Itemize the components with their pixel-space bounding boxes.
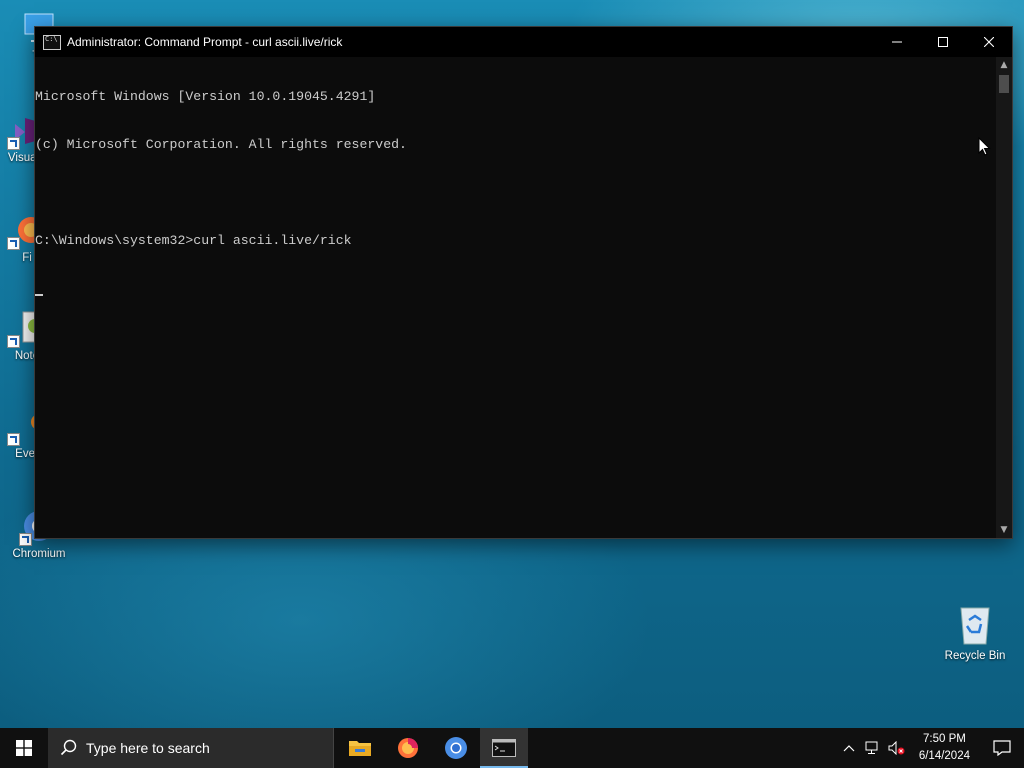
shortcut-arrow-icon: [19, 533, 32, 546]
network-icon: [865, 741, 878, 754]
chevron-up-icon: [843, 745, 855, 752]
desktop-icon-label: Fi: [22, 252, 32, 264]
console-cursor-line: [35, 281, 996, 297]
command-prompt-icon: [43, 34, 61, 50]
recycle-bin-label: Recycle Bin: [944, 650, 1006, 662]
firefox-icon: [398, 738, 418, 758]
command-prompt-window[interactable]: Administrator: Command Prompt - curl asc…: [34, 26, 1013, 539]
minimize-button[interactable]: [874, 27, 920, 57]
minimize-icon: [892, 41, 902, 43]
close-button[interactable]: [966, 27, 1012, 57]
system-tray: 7:50 PM 6/14/2024: [837, 728, 1024, 768]
file-explorer-icon: [349, 741, 371, 756]
text-cursor: [35, 294, 43, 296]
maximize-button[interactable]: [920, 27, 966, 57]
console-line: C:\Windows\system32>curl ascii.live/rick: [35, 233, 352, 248]
windows-logo-icon: [16, 740, 32, 756]
recycle-bin-icon: [955, 602, 995, 646]
show-hidden-icons-button[interactable]: [837, 728, 861, 768]
shortcut-arrow-icon: [7, 335, 20, 348]
shortcut-arrow-icon: [7, 137, 20, 150]
taskbar-search-box[interactable]: Type here to search: [48, 728, 334, 768]
chromium-icon: [445, 737, 467, 759]
search-icon: [60, 739, 77, 756]
window-title: Administrator: Command Prompt - curl asc…: [67, 35, 343, 49]
taskbar-command-prompt[interactable]: [480, 728, 528, 768]
taskbar-file-explorer[interactable]: [336, 728, 384, 768]
taskbar: Type here to search 7:50 PM 6/14/2024: [0, 728, 1024, 768]
console-line: Microsoft Windows [Version 10.0.19045.42…: [35, 89, 376, 104]
scroll-up-icon[interactable]: ▲: [996, 57, 1012, 73]
command-prompt-icon: [492, 739, 516, 757]
shortcut-arrow-icon: [7, 237, 20, 250]
scroll-down-icon[interactable]: ▼: [996, 522, 1012, 538]
close-icon: [984, 37, 994, 47]
clock-date: 6/14/2024: [918, 750, 970, 762]
taskbar-clock[interactable]: 7:50 PM 6/14/2024: [909, 731, 980, 765]
volume-button[interactable]: [885, 728, 909, 768]
vertical-scrollbar[interactable]: ▲ ▼: [996, 57, 1012, 538]
desktop-icon-label: Chromium: [12, 548, 66, 560]
notification-icon: [993, 740, 1011, 756]
mouse-pointer-icon: [978, 137, 991, 156]
search-placeholder: Type here to search: [86, 740, 210, 756]
volume-muted-icon: [888, 741, 905, 755]
network-button[interactable]: [861, 728, 885, 768]
maximize-icon: [938, 37, 948, 47]
action-center-button[interactable]: [980, 728, 1024, 768]
desktop-icon-recycle-bin[interactable]: Recycle Bin: [940, 602, 1010, 662]
shortcut-arrow-icon: [7, 433, 20, 446]
scroll-thumb[interactable]: [999, 75, 1009, 93]
console-line: (c) Microsoft Corporation. All rights re…: [35, 137, 407, 152]
start-button[interactable]: [0, 728, 48, 768]
console-output[interactable]: Microsoft Windows [Version 10.0.19045.42…: [35, 57, 996, 538]
clock-time: 7:50 PM: [923, 733, 966, 745]
taskbar-firefox[interactable]: [384, 728, 432, 768]
taskbar-chromium[interactable]: [432, 728, 480, 768]
window-titlebar[interactable]: Administrator: Command Prompt - curl asc…: [35, 27, 1012, 57]
